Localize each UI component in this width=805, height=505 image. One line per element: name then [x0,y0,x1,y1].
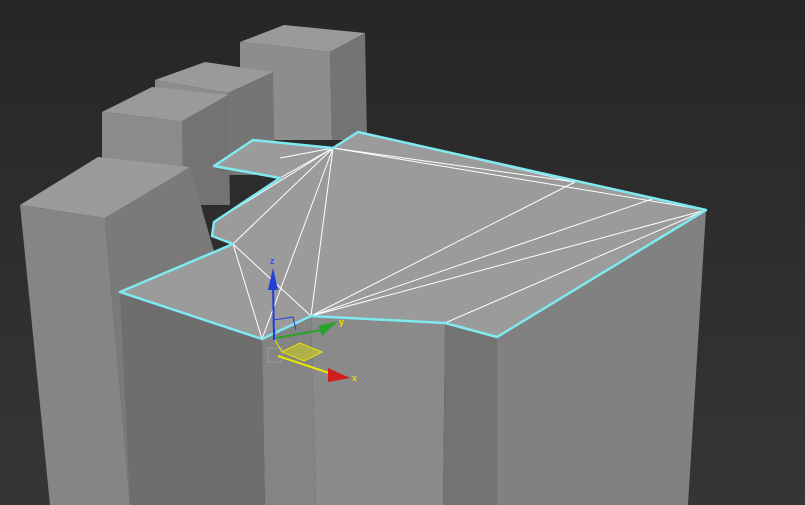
slab-face-front-mid [311,316,445,505]
gizmo-label-y: y [339,317,344,327]
scene-canvas[interactable]: z y x [0,0,805,505]
gizmo-label-x: x [352,373,357,383]
slab-face-front [262,316,316,505]
box-back-tall-right [330,33,367,140]
3d-viewport[interactable]: z y x [0,0,805,505]
gizmo-label-z: z [270,256,275,266]
gizmo-axis-z[interactable] [272,282,275,341]
slab-face-notch [443,323,497,505]
